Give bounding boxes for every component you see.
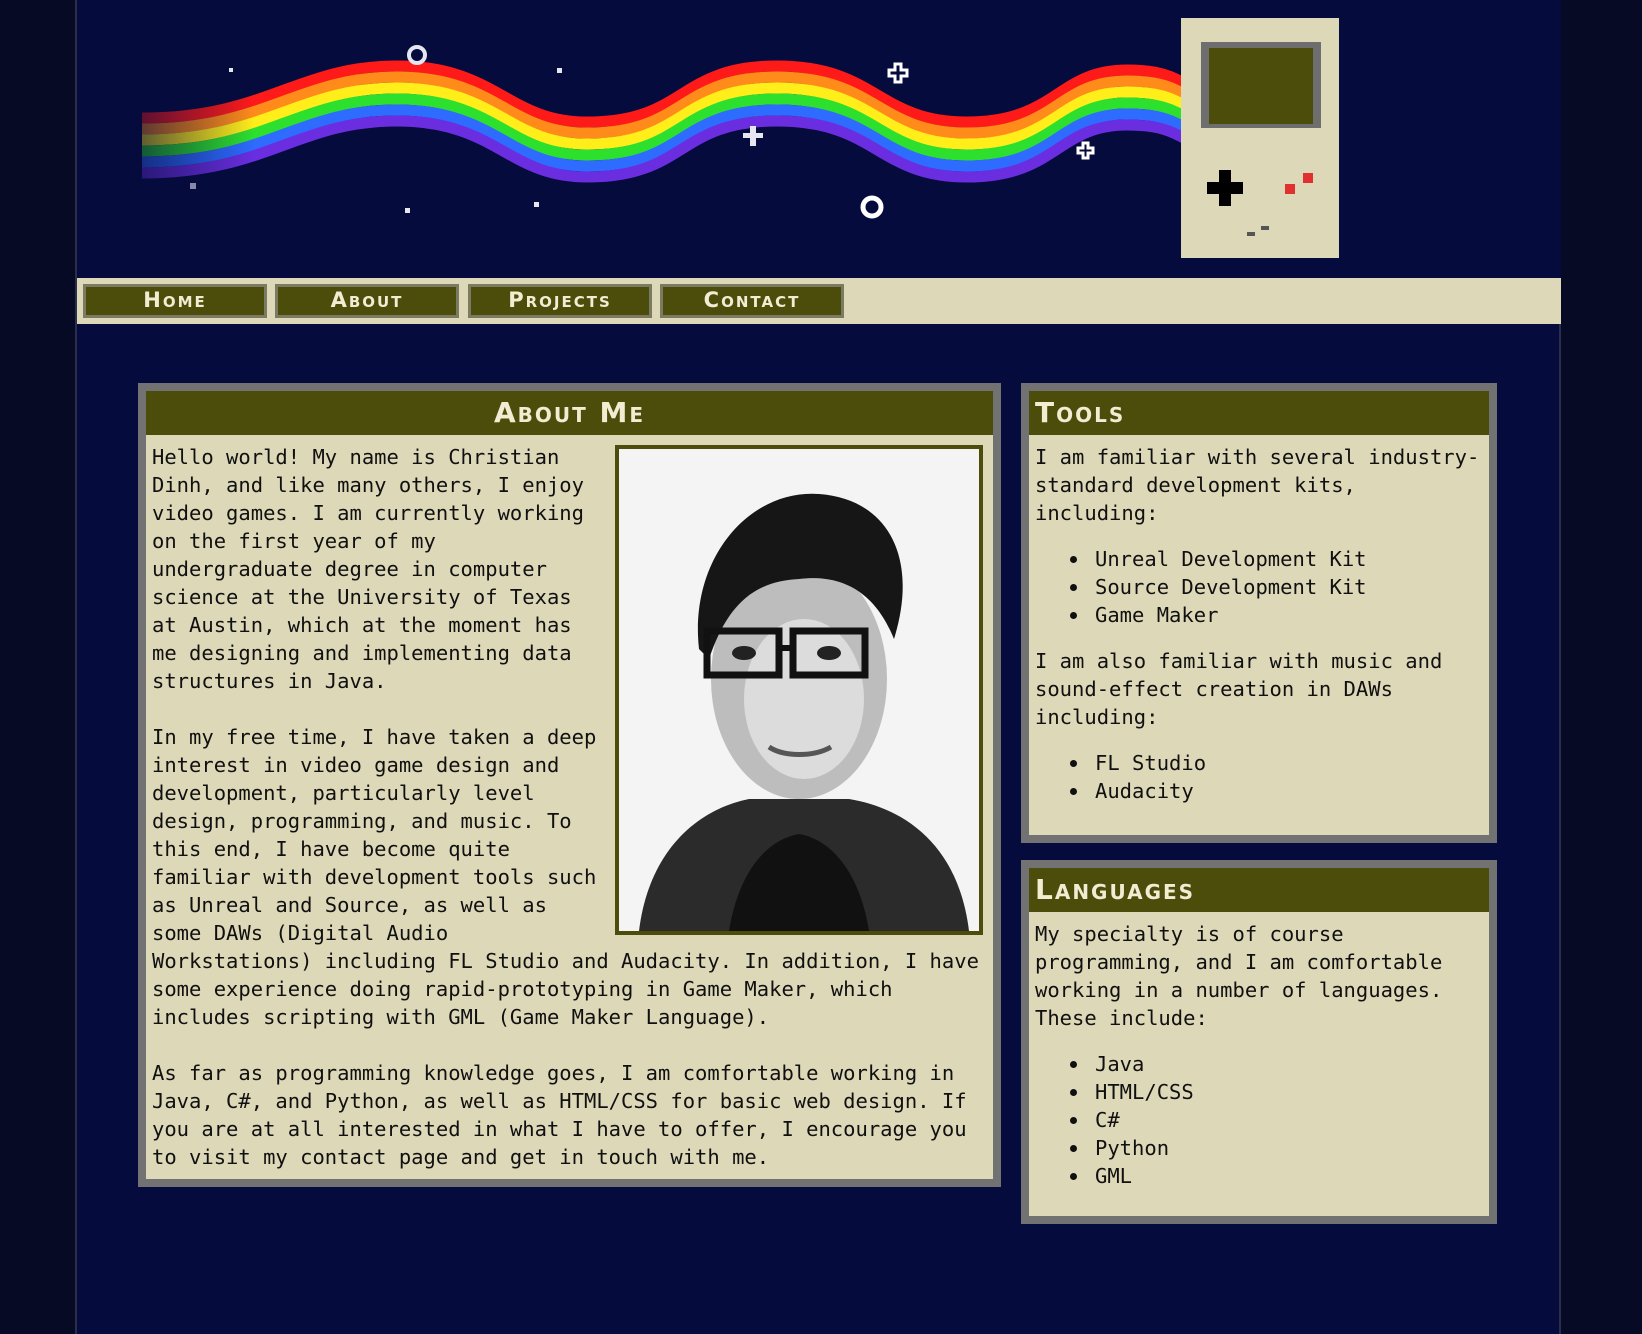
- about-panel: About Me Hello world! My name is Christi…: [138, 383, 1001, 1187]
- nav-bar: Home About Projects Contact: [77, 278, 1561, 324]
- gameboy-icon: [1181, 18, 1339, 258]
- languages-intro: My specialty is of course programming, a…: [1035, 922, 1443, 1030]
- languages-body: My specialty is of course programming, a…: [1029, 912, 1489, 1190]
- tools-title: Tools: [1029, 391, 1489, 435]
- page-container: Home About Projects Contact About Me Hel…: [75, 0, 1561, 1334]
- list-item: HTML/CSS: [1035, 1078, 1483, 1106]
- nav-about-button[interactable]: About: [275, 284, 459, 318]
- profile-photo-art: [619, 449, 979, 931]
- profile-photo: [615, 445, 983, 935]
- list-item: Java: [1035, 1050, 1483, 1078]
- tools-intro: I am familiar with several industry-stan…: [1035, 445, 1480, 525]
- list-item: Game Maker: [1035, 601, 1483, 629]
- languages-list: Java HTML/CSS C# Python GML: [1035, 1050, 1483, 1190]
- about-body: Hello world! My name is Christian Dinh, …: [146, 435, 993, 1171]
- list-item: Python: [1035, 1134, 1483, 1162]
- header-banner: [77, 0, 1561, 278]
- languages-title: Languages: [1029, 868, 1489, 912]
- tools-kits-list: Unreal Development Kit Source Developmen…: [1035, 545, 1483, 629]
- list-item: Audacity: [1035, 777, 1483, 805]
- about-title: About Me: [146, 391, 993, 435]
- tools-panel: Tools I am familiar with several industr…: [1021, 383, 1497, 843]
- list-item: Unreal Development Kit: [1035, 545, 1483, 573]
- list-item: C#: [1035, 1106, 1483, 1134]
- list-item: Source Development Kit: [1035, 573, 1483, 601]
- tools-daws-list: FL Studio Audacity: [1035, 749, 1483, 805]
- about-paragraph-3: As far as programming knowledge goes, I …: [152, 1061, 967, 1169]
- rainbow-banner-art: [77, 0, 1561, 278]
- nav-contact-button[interactable]: Contact: [660, 284, 844, 318]
- list-item: FL Studio: [1035, 749, 1483, 777]
- nav-home-button[interactable]: Home: [83, 284, 267, 318]
- tools-body: I am familiar with several industry-stan…: [1029, 435, 1489, 805]
- nav-projects-button[interactable]: Projects: [468, 284, 652, 318]
- languages-panel: Languages My specialty is of course prog…: [1021, 860, 1497, 1224]
- tools-intro-daws: I am also familiar with music and sound-…: [1035, 649, 1443, 729]
- list-item: GML: [1035, 1162, 1483, 1190]
